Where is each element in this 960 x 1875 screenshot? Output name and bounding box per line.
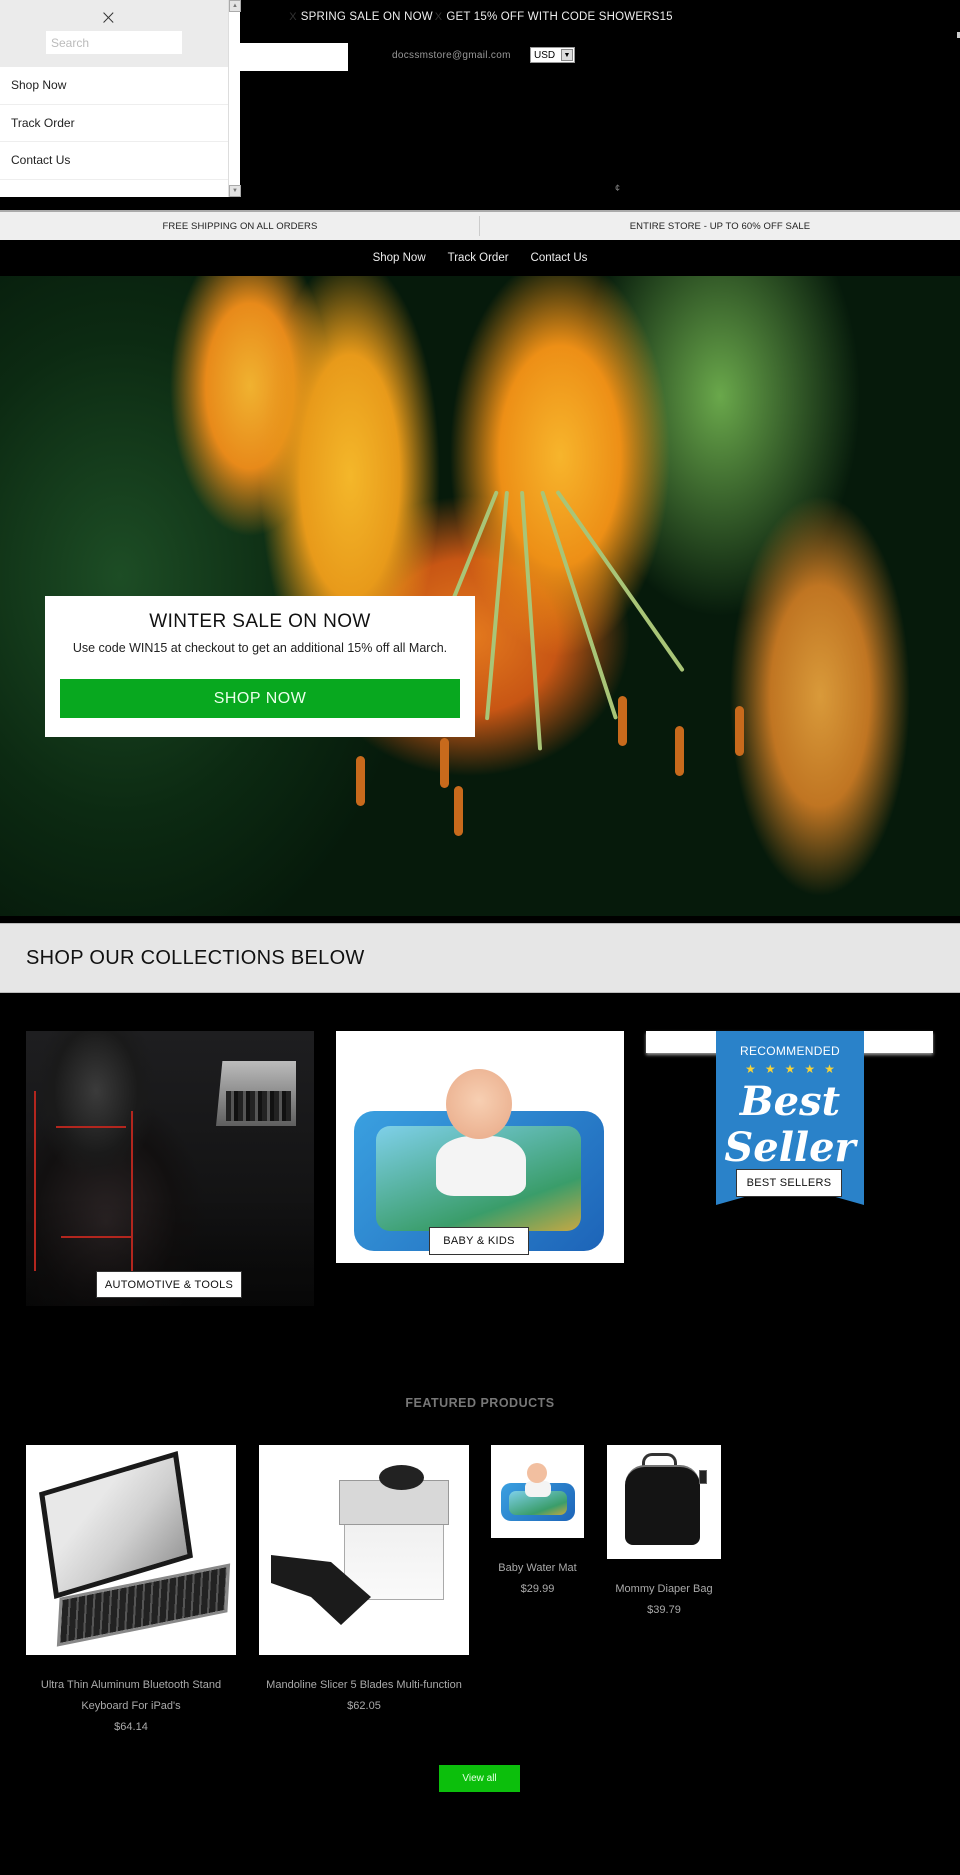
drawer-search-input[interactable]	[46, 31, 182, 54]
promo-divider	[479, 216, 480, 236]
product-name[interactable]: Ultra Thin Aluminum Bluetooth Stand Keyb…	[26, 1675, 236, 1717]
product-image[interactable]	[491, 1445, 584, 1538]
drawer-item-contact-us[interactable]: Contact Us	[0, 142, 228, 180]
close-icon[interactable]: ×	[100, 7, 117, 27]
seat-stitching	[34, 1091, 36, 1271]
currency-value: USD	[534, 49, 556, 61]
currency-select[interactable]: USD ▼	[530, 47, 575, 63]
drawer-item-track-order[interactable]: Track Order	[0, 105, 228, 142]
contact-email[interactable]: docssmstore@gmail.com	[392, 50, 511, 61]
hero-flower-anther	[618, 696, 627, 746]
hero-banner: WINTER SALE ON NOW Use code WIN15 at che…	[0, 276, 960, 916]
header-search-field[interactable]	[238, 43, 348, 71]
seat-stitching	[56, 1126, 126, 1128]
hero-flower-stem	[520, 490, 543, 751]
hero-flower-anther	[356, 756, 365, 806]
ribbon-best-text: Best	[739, 1078, 841, 1125]
seat-stitching	[61, 1236, 131, 1238]
hero-card: WINTER SALE ON NOW Use code WIN15 at che…	[45, 596, 475, 737]
promo-bar: FREE SHIPPING ON ALL ORDERS ENTIRE STORE…	[0, 210, 960, 240]
hero-flower-anther	[675, 726, 684, 776]
backpack-image	[625, 1465, 700, 1545]
ribbon-recommended-text: RECOMMENDED	[740, 1044, 840, 1058]
announcement-message-2: GET 15% OFF WITH CODE SHOWERS15	[446, 11, 673, 23]
product-price: $64.14	[114, 1721, 148, 1733]
hero-flower-anther	[440, 738, 449, 788]
product-image[interactable]	[607, 1445, 721, 1559]
product-name[interactable]: Baby Water Mat	[491, 1558, 584, 1579]
announcement-message-1: SPRING SALE ON NOW	[300, 11, 433, 23]
promo-free-shipping: FREE SHIPPING ON ALL ORDERS	[162, 220, 318, 232]
hero-flower-anther	[735, 706, 744, 756]
collections-header: SHOP OUR COLLECTIONS BELOW	[0, 923, 960, 993]
chevron-down-icon[interactable]: ▼	[561, 49, 573, 61]
product-card[interactable]: Mommy Diaper Bag $39.79	[607, 1445, 721, 1621]
baby-head-image	[446, 1069, 512, 1139]
hero-title: WINTER SALE ON NOW	[149, 611, 371, 632]
slicer-knob-image	[379, 1465, 424, 1490]
product-image[interactable]	[259, 1445, 469, 1655]
baby-head-image	[527, 1463, 547, 1483]
hero-flower-stem	[555, 489, 685, 673]
city-skyline-image	[226, 1091, 291, 1121]
product-name[interactable]: Mommy Diaper Bag	[607, 1579, 721, 1600]
baby-body-image	[436, 1136, 526, 1196]
nav-shop-now[interactable]: Shop Now	[373, 252, 426, 264]
nav-contact-us[interactable]: Contact Us	[531, 252, 588, 264]
shop-now-button[interactable]: SHOP NOW	[60, 679, 460, 718]
product-price: $39.79	[647, 1604, 681, 1616]
collection-label[interactable]: AUTOMOTIVE & TOOLS	[96, 1271, 242, 1298]
collection-baby-kids[interactable]: BABY & KIDS	[336, 1031, 624, 1263]
drawer-item-shop-now[interactable]: Shop Now	[0, 67, 228, 105]
mobile-menu-drawer: × Shop Now Track Order Contact Us ▲ ▼	[0, 0, 241, 197]
view-all-button[interactable]: View all	[439, 1765, 520, 1792]
phone-image	[699, 1470, 707, 1484]
collections-title: SHOP OUR COLLECTIONS BELOW	[26, 946, 365, 969]
drawer-menu: Shop Now Track Order Contact Us	[0, 67, 228, 180]
seat-stitching	[131, 1111, 133, 1291]
star-rating-icon: ★★★★★	[745, 1062, 844, 1076]
product-card[interactable]: Mandoline Slicer 5 Blades Multi-function…	[259, 1445, 469, 1717]
collection-label[interactable]: BEST SELLERS	[736, 1169, 842, 1197]
close-icon[interactable]: X	[435, 11, 443, 23]
main-nav: Shop Now Track Order Contact Us	[0, 240, 960, 276]
product-price: $62.05	[347, 1700, 381, 1712]
hero-flower-anther	[454, 786, 463, 836]
hero-subtitle: Use code WIN15 at checkout to get an add…	[72, 641, 448, 655]
ribbon-best-seller-text: Best Seller	[716, 1079, 864, 1171]
collection-label[interactable]: BABY & KIDS	[429, 1227, 529, 1255]
product-image[interactable]	[26, 1445, 236, 1655]
promo-sale: ENTIRE STORE - UP TO 60% OFF SALE	[629, 220, 811, 232]
product-card[interactable]: Baby Water Mat $29.99	[491, 1445, 584, 1600]
featured-products-title: FEATURED PRODUCTS	[405, 1396, 555, 1410]
collection-automotive-tools[interactable]: AUTOMOTIVE & TOOLS	[26, 1031, 314, 1306]
drawer-header: ×	[0, 0, 228, 67]
scroll-down-icon[interactable]: ▼	[229, 185, 241, 197]
product-card[interactable]: Ultra Thin Aluminum Bluetooth Stand Keyb…	[26, 1445, 236, 1738]
close-icon[interactable]: X	[289, 11, 297, 23]
product-name[interactable]: Mandoline Slicer 5 Blades Multi-function	[259, 1675, 469, 1696]
product-price: $29.99	[520, 1583, 555, 1595]
drawer-scrollbar[interactable]: ▲ ▼	[228, 0, 241, 197]
hero-flower-stem	[484, 490, 509, 721]
nav-track-order[interactable]: Track Order	[448, 252, 509, 264]
baby-body-image	[525, 1481, 551, 1497]
ribbon-seller-text: Seller	[724, 1124, 856, 1171]
cart-icon[interactable]: ¢	[615, 183, 620, 193]
scroll-up-icon[interactable]: ▲	[229, 0, 241, 12]
